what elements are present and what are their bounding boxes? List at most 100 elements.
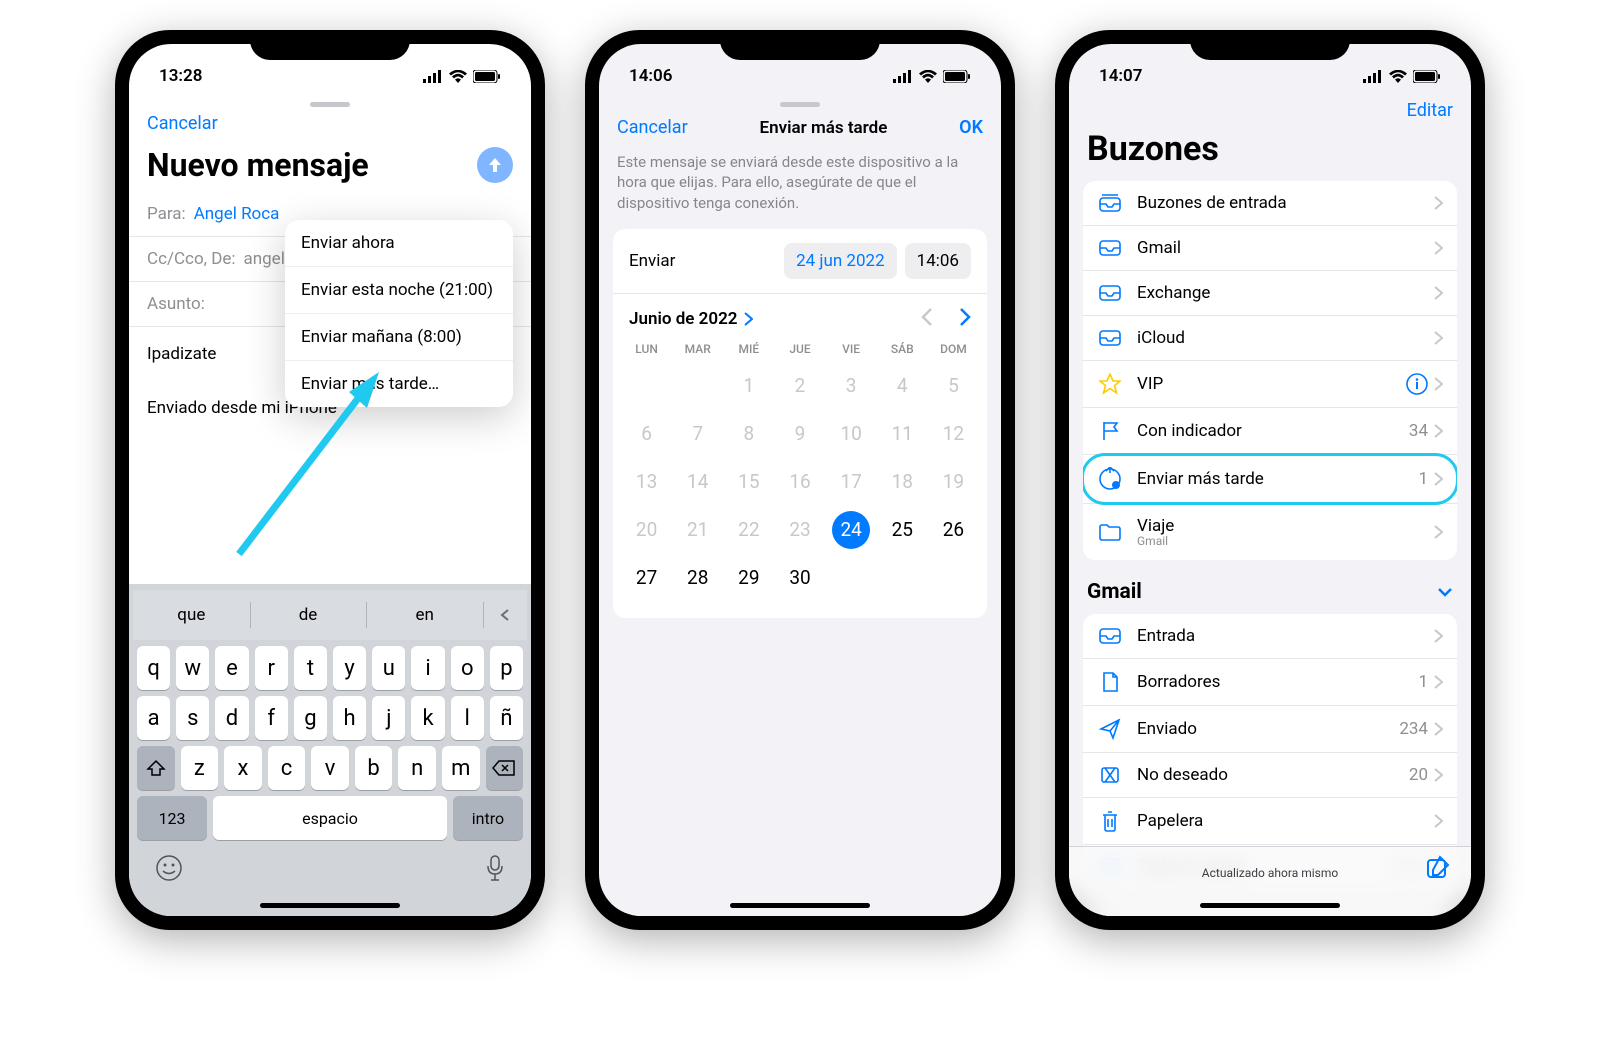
key-c[interactable]: c (268, 746, 306, 790)
calendar-day[interactable]: 2 (774, 362, 825, 410)
key-g[interactable]: g (294, 696, 327, 740)
calendar-day[interactable]: 30 (774, 554, 825, 602)
key-j[interactable]: j (372, 696, 405, 740)
calendar-day[interactable]: 10 (826, 410, 877, 458)
calendar-day[interactable]: 17 (826, 458, 877, 506)
suggestion-3[interactable]: en (366, 590, 483, 640)
cancel-button[interactable]: Cancelar (147, 113, 218, 134)
key-l[interactable]: l (451, 696, 484, 740)
mailbox-item[interactable]: Gmail (1083, 226, 1457, 271)
key-d[interactable]: d (215, 696, 248, 740)
home-indicator[interactable] (1200, 903, 1340, 908)
calendar-month-button[interactable]: Junio de 2022 (629, 309, 753, 329)
info-icon[interactable] (1406, 373, 1428, 395)
calendar-day[interactable]: 8 (723, 410, 774, 458)
key-v[interactable]: v (311, 746, 349, 790)
calendar-day[interactable]: 1 (723, 362, 774, 410)
key-n[interactable]: n (398, 746, 436, 790)
key-h[interactable]: h (333, 696, 366, 740)
send-button[interactable] (477, 147, 513, 183)
calendar-day[interactable]: 13 (621, 458, 672, 506)
send-time-chip[interactable]: 14:06 (905, 243, 971, 279)
key-f[interactable]: f (255, 696, 288, 740)
key-r[interactable]: r (255, 646, 288, 690)
mailbox-item[interactable]: Exchange (1083, 271, 1457, 316)
key-m[interactable]: m (442, 746, 480, 790)
enter-key[interactable]: intro (453, 796, 523, 840)
ok-button[interactable]: OK (959, 117, 983, 138)
section-header-gmail[interactable]: Gmail (1069, 578, 1471, 614)
calendar-day[interactable]: 3 (826, 362, 877, 410)
send-date-chip[interactable]: 24 jun 2022 (784, 243, 897, 279)
space-key[interactable]: espacio (213, 796, 447, 840)
key-b[interactable]: b (355, 746, 393, 790)
gmail-folder-item[interactable]: Entrada (1083, 614, 1457, 659)
calendar-day[interactable]: 26 (928, 506, 979, 554)
calendar-day[interactable]: 12 (928, 410, 979, 458)
prev-month-button[interactable] (921, 308, 932, 330)
gmail-folder-item[interactable]: Borradores1 (1083, 659, 1457, 706)
calendar-day[interactable]: 28 (672, 554, 723, 602)
calendar-day[interactable]: 20 (621, 506, 672, 554)
calendar-day[interactable]: 4 (877, 362, 928, 410)
key-z[interactable]: z (181, 746, 219, 790)
key-k[interactable]: k (411, 696, 444, 740)
key-ñ[interactable]: ñ (490, 696, 523, 740)
calendar-day[interactable]: 22 (723, 506, 774, 554)
calendar-day[interactable]: 5 (928, 362, 979, 410)
edit-button[interactable]: Editar (1407, 100, 1453, 121)
gmail-folder-item[interactable]: No deseado20 (1083, 753, 1457, 798)
key-o[interactable]: o (451, 646, 484, 690)
calendar-day[interactable]: 7 (672, 410, 723, 458)
calendar-day[interactable]: 29 (723, 554, 774, 602)
key-a[interactable]: a (137, 696, 170, 740)
num-key[interactable]: 123 (137, 796, 207, 840)
calendar-day[interactable]: 27 (621, 554, 672, 602)
key-x[interactable]: x (224, 746, 262, 790)
send-tonight-option[interactable]: Enviar esta noche (21:00) (285, 267, 513, 314)
mailbox-item[interactable]: iCloud (1083, 316, 1457, 361)
send-tomorrow-option[interactable]: Enviar mañana (8:00) (285, 314, 513, 361)
compose-button[interactable] (1425, 854, 1451, 884)
gmail-folder-item[interactable]: Papelera (1083, 798, 1457, 845)
calendar-day[interactable]: 11 (877, 410, 928, 458)
suggestion-1[interactable]: que (133, 590, 250, 640)
key-t[interactable]: t (294, 646, 327, 690)
home-indicator[interactable] (730, 903, 870, 908)
key-p[interactable]: p (490, 646, 523, 690)
calendar-day[interactable]: 9 (774, 410, 825, 458)
key-q[interactable]: q (137, 646, 170, 690)
key-e[interactable]: e (215, 646, 248, 690)
calendar-day[interactable]: 16 (774, 458, 825, 506)
mailbox-item[interactable]: Enviar más tarde1 (1083, 455, 1457, 504)
key-w[interactable]: w (176, 646, 209, 690)
calendar-day[interactable]: 23 (774, 506, 825, 554)
close-suggestions-icon[interactable] (483, 590, 527, 640)
send-later-option[interactable]: Enviar más tarde… (285, 361, 513, 407)
mailbox-item[interactable]: VIP (1083, 361, 1457, 408)
mic-key[interactable] (485, 854, 505, 886)
key-i[interactable]: i (411, 646, 444, 690)
calendar-day[interactable]: 25 (877, 506, 928, 554)
calendar-day[interactable]: 15 (723, 458, 774, 506)
mailbox-item[interactable]: ViajeGmail (1083, 504, 1457, 560)
calendar-day[interactable]: 24 (826, 506, 877, 554)
calendar-day[interactable]: 6 (621, 410, 672, 458)
emoji-key[interactable] (155, 854, 183, 886)
backspace-key[interactable] (486, 746, 524, 790)
calendar-day[interactable]: 21 (672, 506, 723, 554)
key-s[interactable]: s (176, 696, 209, 740)
calendar-day[interactable]: 14 (672, 458, 723, 506)
suggestion-2[interactable]: de (250, 590, 367, 640)
gmail-folder-item[interactable]: Enviado234 (1083, 706, 1457, 753)
send-now-option[interactable]: Enviar ahora (285, 220, 513, 267)
shift-key[interactable] (137, 746, 175, 790)
key-y[interactable]: y (333, 646, 366, 690)
cancel-button[interactable]: Cancelar (617, 117, 688, 138)
key-u[interactable]: u (372, 646, 405, 690)
calendar-day[interactable]: 18 (877, 458, 928, 506)
calendar-day[interactable]: 19 (928, 458, 979, 506)
mailbox-item[interactable]: Con indicador34 (1083, 408, 1457, 455)
home-indicator[interactable] (260, 903, 400, 908)
mailbox-item[interactable]: Buzones de entrada (1083, 181, 1457, 226)
